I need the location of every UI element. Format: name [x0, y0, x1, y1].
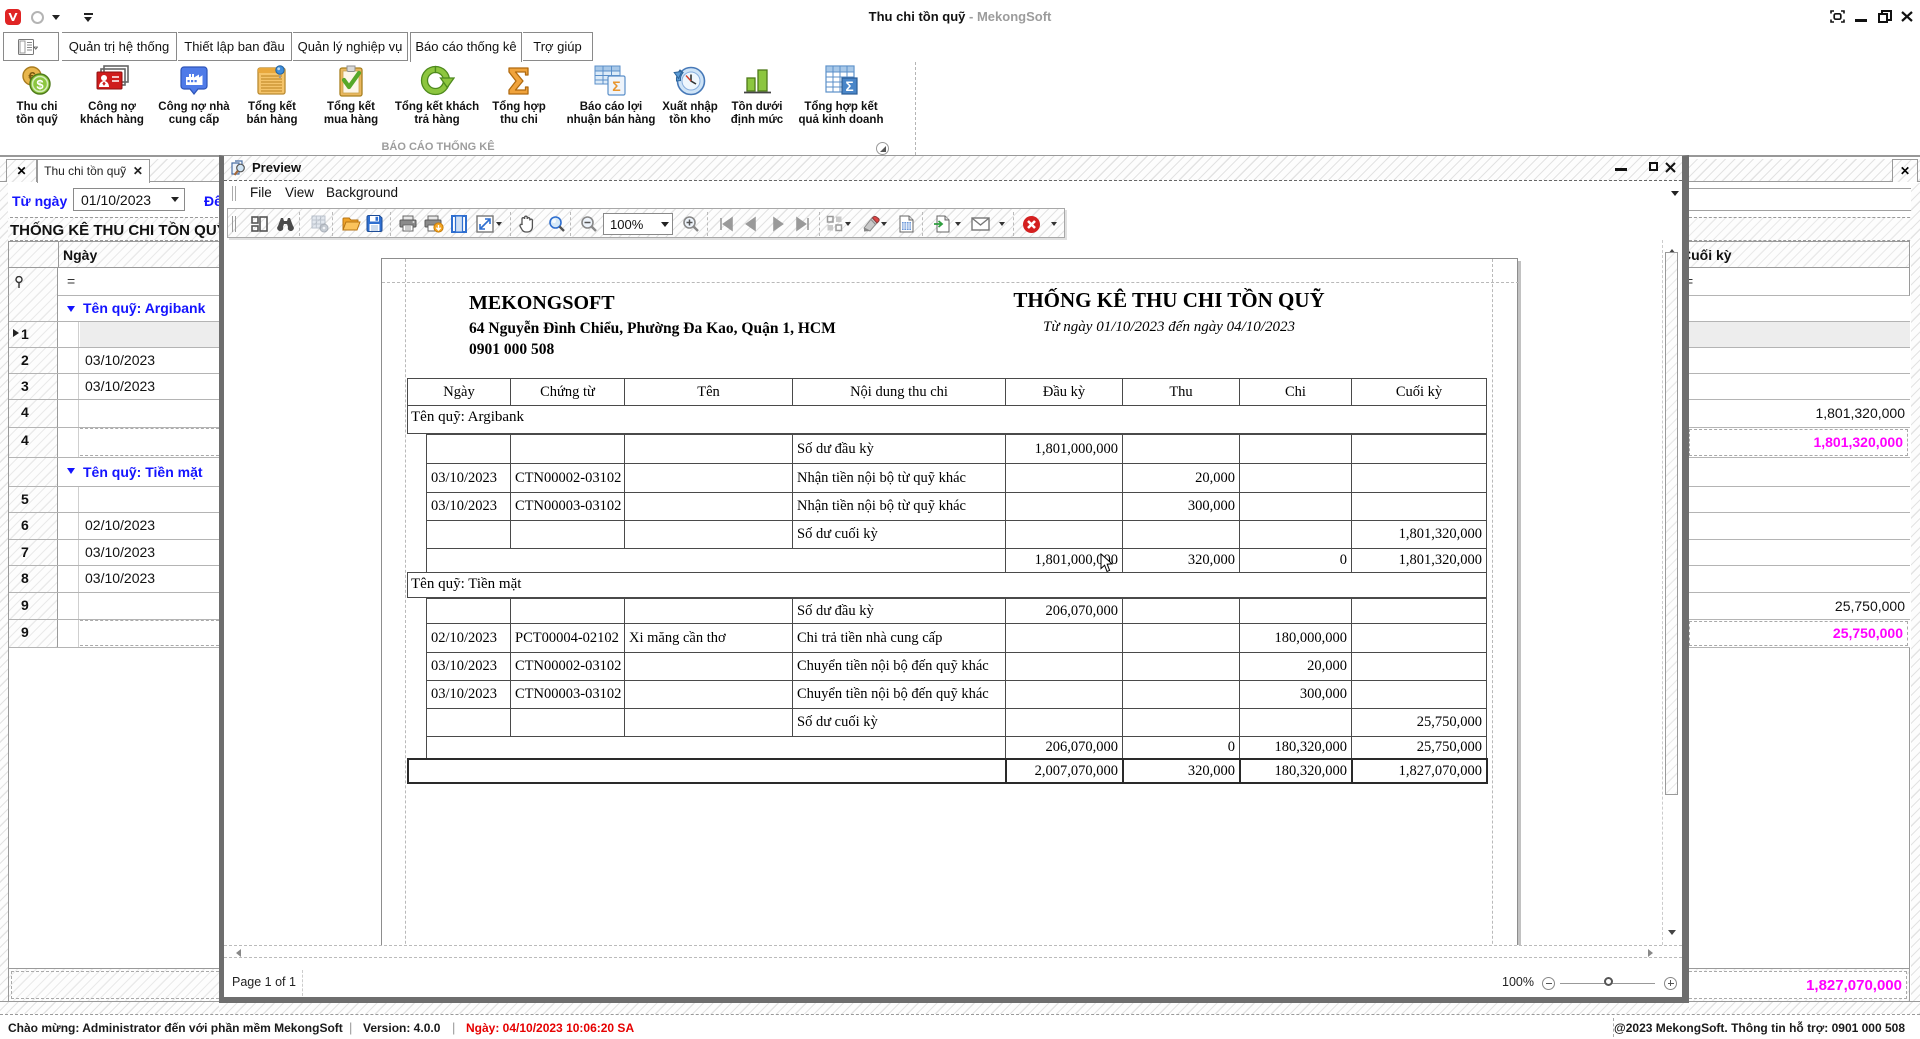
svg-text:$: $: [36, 77, 44, 92]
svg-text:Σ: Σ: [845, 79, 853, 94]
svg-text:Σ: Σ: [612, 78, 620, 94]
